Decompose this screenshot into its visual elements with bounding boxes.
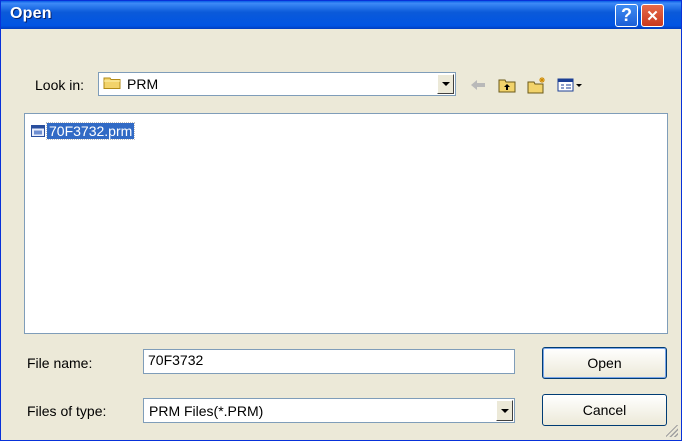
dialog-title: Open [10,5,52,22]
up-one-level-button[interactable] [497,76,517,94]
cancel-button[interactable]: Cancel [542,394,667,426]
look-in-dropdown-arrow[interactable] [437,74,454,94]
title-bar[interactable]: Open ? ✕ [1,1,681,29]
file-type-dropdown[interactable]: PRM Files(*.PRM) [143,398,515,423]
back-button[interactable] [468,76,488,94]
chevron-down-icon [441,82,450,86]
new-folder-icon [527,77,545,94]
up-folder-icon [498,79,516,93]
help-button[interactable]: ? [615,4,638,27]
close-icon: ✕ [646,7,659,25]
look-in-dropdown[interactable]: PRM [98,72,456,96]
file-type-dropdown-arrow[interactable] [496,400,513,421]
back-arrow-icon [471,80,485,90]
file-name-label: File name: [27,355,93,371]
file-icon [31,125,45,137]
view-menu-icon [557,78,582,92]
chevron-down-icon [500,408,509,413]
file-type-value: PRM Files(*.PRM) [149,403,264,419]
open-dialog: Open ? ✕ Look in: PRM 70F3732.prm File n… [0,0,682,441]
create-new-folder-button[interactable] [527,76,547,94]
close-button[interactable]: ✕ [641,4,664,27]
list-item[interactable]: 70F3732.prm [31,122,136,140]
file-name-input[interactable]: 70F3732 [143,349,515,374]
look-in-label: Look in: [35,77,85,93]
file-name: 70F3732.prm [45,122,136,140]
file-list[interactable]: 70F3732.prm [24,113,668,334]
view-menu-button[interactable] [557,76,583,94]
open-button[interactable]: Open [542,347,667,379]
help-icon: ? [621,5,632,25]
look-in-value: PRM [127,76,159,92]
file-type-label: Files of type: [27,403,107,419]
folder-icon [103,77,121,89]
resize-grip[interactable] [666,425,678,437]
